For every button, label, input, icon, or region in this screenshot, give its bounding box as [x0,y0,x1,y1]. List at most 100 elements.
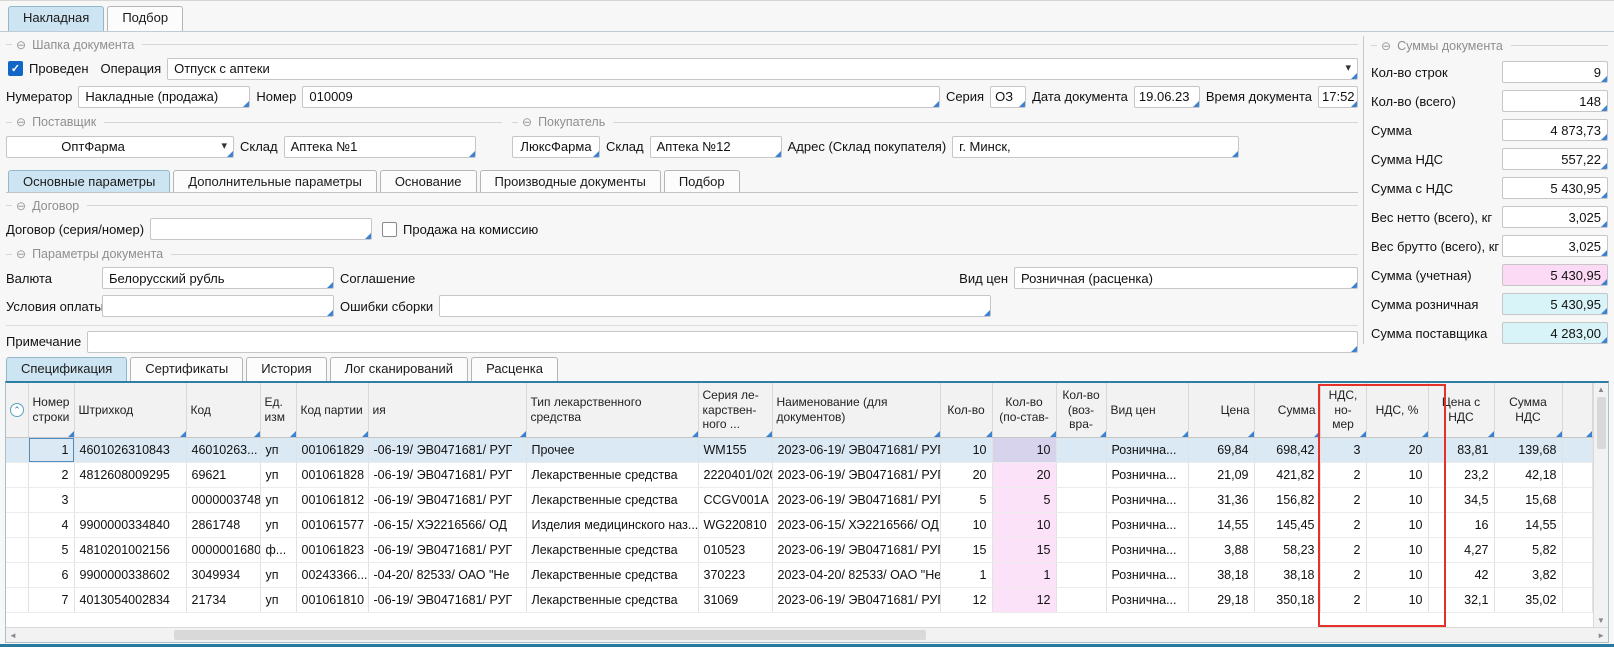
col-header-qty_sup[interactable]: Кол-во (по-став- [992,383,1056,437]
collapse-icon[interactable]: ⊖ [522,116,532,128]
cell-qty[interactable]: 10 [940,512,992,537]
cell-sum[interactable]: 156,82 [1254,487,1320,512]
param-tab-3[interactable]: Производные документы [480,170,661,192]
scroll-left-icon[interactable]: ◄ [9,631,17,640]
cell-sum_vat[interactable]: 15,68 [1494,487,1562,512]
spec-tab-1[interactable]: Сертификаты [130,357,243,381]
numerator-field[interactable]: Накладные (продажа) [78,86,250,108]
totals-value[interactable]: 9 [1502,61,1608,83]
contract-number-field[interactable] [150,218,372,240]
cell-price[interactable]: 29,18 [1188,587,1254,612]
cell-unit[interactable]: уп [260,512,296,537]
cell-vat_pct[interactable]: 10 [1366,562,1428,587]
cell-sum[interactable]: 421,82 [1254,462,1320,487]
cell-sort[interactable] [6,537,28,562]
proveden-checkbox[interactable]: ✓ [8,61,23,76]
cell-barcode[interactable]: 9900000338602 [74,562,186,587]
cell-price_type[interactable]: Рознична... [1106,437,1188,462]
cell-drug_type[interactable]: Лекарственные средства [526,462,698,487]
collapse-icon[interactable]: ⊖ [16,248,26,260]
cell-price[interactable]: 3,88 [1188,537,1254,562]
buyer-address-field[interactable]: г. Минск, [952,136,1239,158]
cell-num[interactable]: 5 [28,537,74,562]
cell-unit[interactable]: уп [260,462,296,487]
cell-qty_sup[interactable]: 10 [992,512,1056,537]
cell-drug_type[interactable]: Лекарственные средства [526,562,698,587]
cell-qty_ret[interactable] [1056,512,1106,537]
cell-sort[interactable] [6,512,28,537]
cell-sum_vat[interactable]: 14,55 [1494,512,1562,537]
col-header-vat_num[interactable]: НДС, но-мер [1320,383,1366,437]
cell-doc_name[interactable]: 2023-06-15/ ХЭ2216566/ ОД [772,512,940,537]
cell-qty_ret[interactable] [1056,487,1106,512]
totals-value[interactable]: 5 430,95 [1502,293,1608,315]
table-row[interactable]: 2481260800929569621уп001061828-06-19/ ЭВ… [6,462,1592,487]
col-header-qty[interactable]: Кол-во [940,383,992,437]
cell-qty_ret[interactable] [1056,437,1106,462]
cell-drug_type[interactable]: Лекарственные средства [526,487,698,512]
table-row[interactable]: 699000003386023049934уп00243366...-04-20… [6,562,1592,587]
spec-tab-3[interactable]: Лог сканирований [330,357,468,381]
cell-batch[interactable]: 00243366... [296,562,368,587]
supplier-select[interactable]: ОптФарма ▾ [6,136,234,158]
cell-series_tail[interactable]: -06-15/ ХЭ2216566/ ОД [368,512,526,537]
totals-value[interactable]: 148 [1502,90,1608,112]
cell-drug_type[interactable]: Прочее [526,437,698,462]
cell-qty_sup[interactable]: 1 [992,562,1056,587]
cell-sum_vat[interactable]: 139,68 [1494,437,1562,462]
cell-price[interactable]: 38,18 [1188,562,1254,587]
cell-barcode[interactable]: 4812608009295 [74,462,186,487]
cell-doc_name[interactable]: 2023-06-19/ ЭВ0471681/ РУГ [772,462,940,487]
buyer-sklad-field[interactable]: Аптека №12 [650,136,782,158]
commission-checkbox[interactable] [382,222,397,237]
cell-price_vat[interactable]: 42 [1428,562,1494,587]
cell-drug_series[interactable]: 370223 [698,562,772,587]
col-header-sum[interactable]: Сумма [1254,383,1320,437]
cell-qty_ret[interactable] [1056,587,1106,612]
cell-series_tail[interactable]: -06-19/ ЭВ0471681/ РУГ [368,437,526,462]
table-row[interactable]: 548102010021560000001680ф...001061823-06… [6,537,1592,562]
cell-extra[interactable] [1562,587,1592,612]
col-header-drug_type[interactable]: Тип лекарственного средства [526,383,698,437]
cell-drug_type[interactable]: Лекарственные средства [526,587,698,612]
number-field[interactable]: 010009 [302,86,940,108]
col-header-sum_vat[interactable]: Сумма НДС [1494,383,1562,437]
cell-price_type[interactable]: Рознична... [1106,512,1188,537]
cell-batch[interactable]: 001061812 [296,487,368,512]
cell-vat_pct[interactable]: 10 [1366,512,1428,537]
cell-price_vat[interactable]: 34,5 [1428,487,1494,512]
spec-tab-0[interactable]: Спецификация [6,357,127,381]
col-header-code[interactable]: Код [186,383,260,437]
totals-value[interactable]: 3,025 [1502,206,1608,228]
operation-select[interactable]: Отпуск с аптеки ▾ [167,58,1358,80]
cell-vat_pct[interactable]: 10 [1366,487,1428,512]
cell-sum_vat[interactable]: 42,18 [1494,462,1562,487]
cell-barcode[interactable]: 9900000334840 [74,512,186,537]
cell-drug_type[interactable]: Лекарственные средства [526,537,698,562]
cell-series_tail[interactable]: -06-19/ ЭВ0471681/ РУГ [368,587,526,612]
cell-num[interactable]: 2 [28,462,74,487]
cell-price[interactable]: 14,55 [1188,512,1254,537]
cell-batch[interactable]: 001061577 [296,512,368,537]
cell-qty_sup[interactable]: 15 [992,537,1056,562]
cell-price[interactable]: 31,36 [1188,487,1254,512]
cell-num[interactable]: 6 [28,562,74,587]
cell-sum[interactable]: 350,18 [1254,587,1320,612]
cell-qty[interactable]: 20 [940,462,992,487]
totals-value[interactable]: 557,22 [1502,148,1608,170]
supplier-sklad-field[interactable]: Аптека №1 [284,136,476,158]
cell-vat_num[interactable]: 2 [1320,587,1366,612]
doc-date-field[interactable]: 19.06.23 [1134,86,1200,108]
cell-drug_series[interactable]: 2220401/020 [698,462,772,487]
cell-code[interactable]: 21734 [186,587,260,612]
col-header-price_type[interactable]: Вид цен [1106,383,1188,437]
cell-series_tail[interactable]: -06-19/ ЭВ0471681/ РУГ [368,487,526,512]
cell-batch[interactable]: 001061829 [296,437,368,462]
cell-vat_num[interactable]: 2 [1320,537,1366,562]
collapse-icon[interactable]: ⊖ [16,200,26,212]
cell-price_type[interactable]: Рознична... [1106,462,1188,487]
col-header-num[interactable]: Номер строки [28,383,74,437]
cell-sum_vat[interactable]: 35,02 [1494,587,1562,612]
cell-code[interactable]: 3049934 [186,562,260,587]
sort-all-header[interactable]: ⌃ [6,383,28,437]
